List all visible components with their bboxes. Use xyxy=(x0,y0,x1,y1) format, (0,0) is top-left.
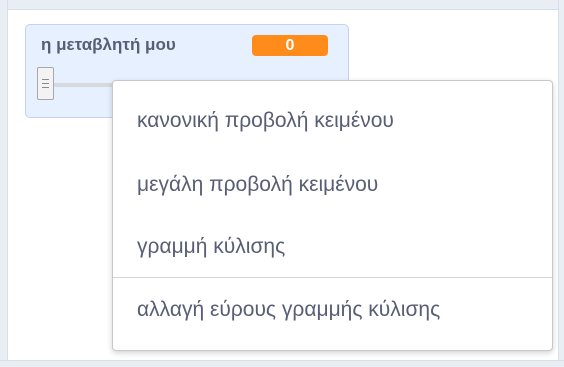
menu-item-slider[interactable]: γραμμή κύλισης xyxy=(113,215,552,279)
grip-line-icon xyxy=(42,83,49,84)
menu-item-change-slider-range[interactable]: αλλαγή εύρους γραμμής κύλισης xyxy=(113,278,552,342)
grip-line-icon xyxy=(42,79,49,80)
stage-border-top xyxy=(0,0,564,10)
stage: η μεταβλητή μου 0 κανονική προβολή κειμέ… xyxy=(0,0,564,367)
stage-border-left xyxy=(0,0,8,367)
grip-line-icon xyxy=(42,87,49,88)
menu-item-large-readout[interactable]: μεγάλη προβολή κειμένου xyxy=(113,153,552,217)
variable-label: η μεταβλητή μου xyxy=(41,35,176,54)
stage-border-bottom xyxy=(0,360,564,367)
context-menu: κανονική προβολή κειμένου μεγάλη προβολή… xyxy=(112,80,553,351)
stage-border-right xyxy=(558,0,564,367)
menu-item-normal-readout[interactable]: κανονική προβολή κειμένου xyxy=(113,89,552,153)
slider-thumb[interactable] xyxy=(37,67,54,100)
variable-value-badge: 0 xyxy=(252,35,328,56)
